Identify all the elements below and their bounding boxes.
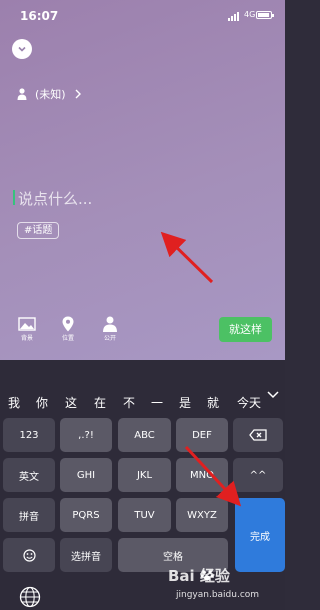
compose-area — [0, 0, 285, 360]
space-key[interactable]: 空格 — [118, 538, 228, 572]
emoji-key[interactable] — [3, 538, 55, 572]
text-cursor — [13, 190, 15, 205]
topic-chip[interactable]: #话题 — [17, 222, 60, 239]
delete-key[interactable] — [233, 418, 283, 452]
chevron-right-icon — [75, 89, 81, 99]
chevron-down-icon — [18, 46, 26, 52]
candidate-word[interactable]: 一 — [151, 394, 163, 411]
battery-icon — [256, 11, 274, 19]
background-tool[interactable]: 背景 — [12, 316, 42, 342]
key-123[interactable]: 123 — [3, 418, 55, 452]
tool-label: 背景 — [20, 335, 33, 342]
backspace-icon — [249, 429, 267, 441]
visibility-selector[interactable]: (未知) — [17, 86, 82, 102]
person-icon — [103, 316, 117, 332]
globe-icon[interactable] — [19, 586, 41, 608]
send-button[interactable]: 就这样 — [219, 317, 272, 342]
status-bar: 16:07 4G — [0, 0, 285, 28]
candidate-word[interactable]: 你 — [36, 394, 48, 411]
smiley-icon — [22, 548, 36, 562]
key-punctuation[interactable]: ,.?! — [60, 418, 112, 452]
candidate-word[interactable]: 这 — [65, 394, 77, 411]
candidate-bar: 我 你 这 在 不 一 是 就 今天 — [0, 386, 285, 416]
key-abc[interactable]: ABC — [118, 418, 171, 452]
candidate-word[interactable]: 在 — [94, 394, 106, 411]
candidate-word[interactable]: 不 — [123, 394, 135, 411]
network-label: 4G — [244, 10, 256, 19]
person-icon — [17, 88, 27, 100]
privacy-tool[interactable]: 公开 — [95, 316, 125, 342]
tool-label: 位置 — [61, 335, 74, 342]
location-tool[interactable]: 位置 — [53, 316, 83, 342]
candidate-word[interactable]: 就 — [207, 394, 219, 411]
key-def[interactable]: DEF — [176, 418, 228, 452]
key-english[interactable]: 英文 — [3, 458, 55, 492]
compose-input[interactable]: 说点什么... — [18, 188, 92, 209]
done-key[interactable]: 完成 — [235, 498, 285, 572]
candidate-word[interactable]: 今天 — [237, 394, 261, 411]
candidate-word[interactable]: 我 — [8, 394, 20, 411]
image-icon — [18, 317, 36, 331]
visibility-label: (未知) — [35, 88, 66, 101]
key-select-pinyin[interactable]: 选拼音 — [60, 538, 112, 572]
collapse-button[interactable] — [12, 39, 32, 59]
key-tuv[interactable]: TUV — [118, 498, 171, 532]
key-pqrs[interactable]: PQRS — [60, 498, 112, 532]
keyboard: 我 你 这 在 不 一 是 就 今天 123 ,.?! ABC DEF 英文 G… — [0, 360, 285, 610]
key-wxyz[interactable]: WXYZ — [176, 498, 228, 532]
signal-icon — [228, 12, 242, 21]
candidate-word[interactable]: 是 — [179, 394, 191, 411]
key-mno[interactable]: MNO — [176, 458, 228, 492]
tool-label: 公开 — [103, 335, 116, 342]
key-ghi[interactable]: GHI — [60, 458, 112, 492]
key-emoticon[interactable]: ^^ — [233, 458, 283, 492]
key-pinyin[interactable]: 拼音 — [3, 498, 55, 532]
key-jkl[interactable]: JKL — [118, 458, 171, 492]
location-pin-icon — [62, 316, 74, 332]
status-time: 16:07 — [20, 9, 59, 23]
chevron-down-icon[interactable] — [266, 390, 280, 400]
